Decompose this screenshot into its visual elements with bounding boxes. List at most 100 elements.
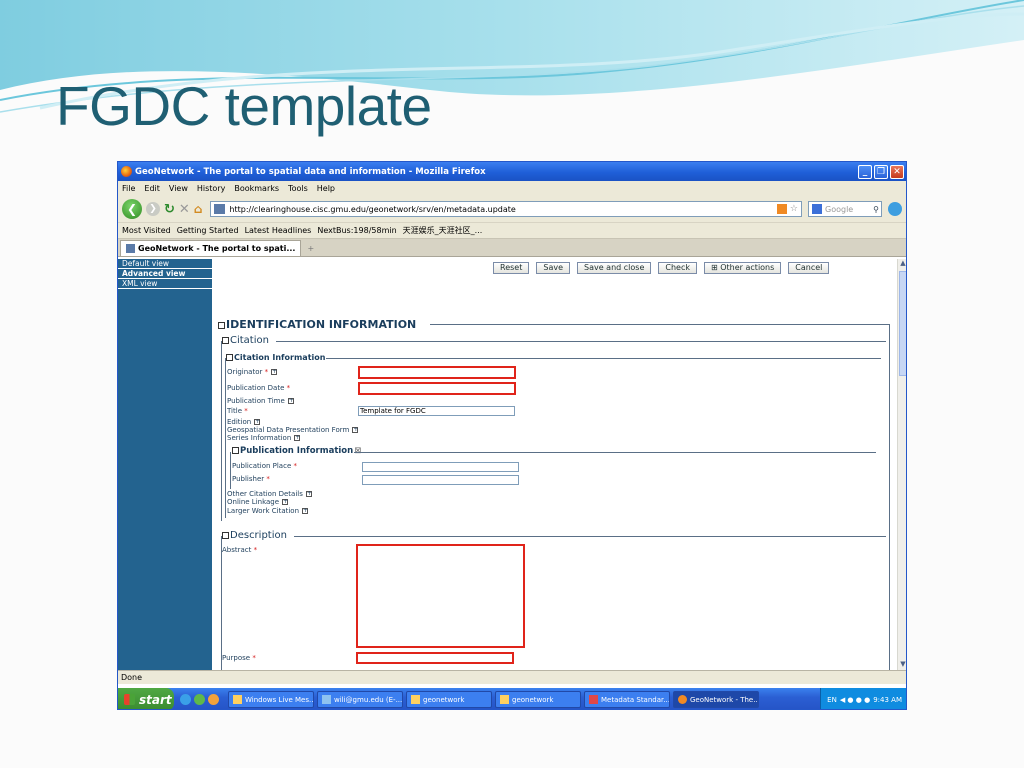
reload-icon[interactable]: ↻ [164, 202, 175, 217]
publication-date-label: Publication Date * [227, 384, 291, 392]
vertical-scrollbar[interactable]: ▲ ▼ [897, 259, 906, 670]
url-bar[interactable]: http://clearinghouse.cisc.gmu.edu/geonet… [210, 201, 802, 217]
collapse-checkbox-icon[interactable] [226, 354, 233, 361]
identification-label: IDENTIFICATION INFORMATION [226, 318, 417, 331]
stop-icon[interactable]: ✕ [179, 202, 190, 217]
minimize-icon[interactable]: _ [858, 164, 872, 179]
citation-section-title: Citation [222, 335, 269, 346]
collapse-checkbox-icon[interactable] [222, 336, 229, 344]
publisher-input[interactable] [362, 475, 519, 485]
publication-place-input[interactable] [362, 462, 519, 472]
sidebar-item-advanced-view[interactable]: Advanced view [118, 269, 212, 279]
save-and-close-button[interactable]: Save and close [577, 262, 652, 274]
expand-plus-icon[interactable]: + [294, 435, 300, 441]
restore-icon[interactable]: ❐ [874, 164, 888, 179]
abstract-textarea[interactable] [356, 544, 525, 648]
scrollbar-thumb[interactable] [899, 271, 906, 376]
email-icon [322, 695, 331, 704]
publication-info-title: Publication Information⊠ [232, 446, 361, 456]
menu-tools[interactable]: Tools [288, 184, 308, 193]
divider [430, 324, 890, 325]
bookmark-nextbus[interactable]: NextBus:198/58min [317, 226, 396, 235]
home-icon[interactable]: ⌂ [194, 202, 203, 216]
expand-plus-icon[interactable]: + [271, 369, 277, 375]
bookmark-latest-headlines[interactable]: Latest Headlines [245, 226, 312, 235]
forward-arrow-icon[interactable]: ❯ [146, 202, 160, 216]
online-linkage-label: Online Linkage + [227, 498, 289, 506]
check-button[interactable]: Check [658, 262, 697, 274]
collapse-checkbox-icon[interactable] [232, 447, 239, 454]
sidebar-item-default-view[interactable]: Default view [118, 259, 212, 269]
title-input[interactable]: Template for FGDC [358, 406, 515, 416]
messenger-icon [233, 695, 242, 704]
skype-icon[interactable] [888, 202, 902, 216]
divider [221, 536, 222, 670]
start-button[interactable]: start [118, 688, 174, 709]
star-bookmark-icon[interactable]: ☆ [790, 204, 798, 214]
expand-plus-icon[interactable]: + [254, 419, 260, 425]
reset-button[interactable]: Reset [493, 262, 530, 274]
quick-launch [180, 694, 222, 705]
sidebar-item-xml-view[interactable]: XML view [118, 279, 212, 289]
menu-help[interactable]: Help [317, 184, 335, 193]
publisher-label: Publisher * [232, 475, 270, 483]
scroll-up-icon[interactable]: ▲ [898, 259, 906, 269]
firefox-quick-icon[interactable] [208, 694, 219, 705]
rss-feed-icon[interactable] [776, 204, 787, 214]
close-icon[interactable]: ✕ [890, 164, 904, 179]
tab-geonetwork[interactable]: GeoNetwork - The portal to spati... [120, 240, 302, 256]
edition-label: Edition + [227, 418, 261, 426]
site-favicon-icon [214, 204, 226, 214]
collapse-checkbox-icon[interactable] [222, 531, 229, 539]
collapse-checkbox-icon[interactable] [218, 321, 225, 329]
menu-edit[interactable]: Edit [144, 184, 160, 193]
menu-view[interactable]: View [169, 184, 188, 193]
cancel-button[interactable]: Cancel [788, 262, 830, 274]
description-section-title: Description [222, 530, 287, 541]
task-metadata-standards[interactable]: Metadata Standar... [584, 691, 670, 708]
divider [225, 358, 226, 518]
metadata-editor-form: Reset Save Save and close Check ⊞ Other … [216, 259, 896, 670]
originator-input[interactable] [358, 366, 516, 379]
new-tab-button[interactable]: + [307, 244, 314, 253]
page-favicon-icon [126, 244, 135, 253]
bookmark-getting-started[interactable]: Getting Started [177, 226, 239, 235]
task-geonetwork-firefox[interactable]: GeoNetwork - The... [673, 691, 759, 708]
search-icon[interactable]: ⚲ [873, 205, 879, 214]
citation-info-label: Citation Information [234, 353, 326, 362]
back-arrow-icon[interactable]: ❮ [122, 199, 142, 219]
task-geonetwork-folder-1[interactable]: geonetwork [406, 691, 492, 708]
task-geonetwork-folder-2[interactable]: geonetwork [495, 691, 581, 708]
publication-date-input[interactable] [358, 382, 516, 395]
page-content: Default view Advanced view XML view Rese… [118, 259, 906, 670]
search-box[interactable]: Google ⚲ [808, 201, 882, 217]
bookmark-tianya[interactable]: 天涯娱乐_天涯社区_... [403, 225, 483, 236]
scroll-down-icon[interactable]: ▼ [898, 660, 906, 670]
expand-plus-icon[interactable]: + [305, 491, 312, 497]
expand-plus-icon[interactable]: + [302, 508, 308, 514]
menu-bookmarks[interactable]: Bookmarks [234, 184, 279, 193]
task-email[interactable]: wili@gmu.edu (E-... [317, 691, 403, 708]
google-engine-icon[interactable] [812, 204, 822, 214]
divider [276, 341, 886, 342]
status-bar: Done [118, 670, 906, 684]
task-windows-live[interactable]: Windows Live Mes... [228, 691, 314, 708]
language-indicator[interactable]: EN [827, 696, 837, 704]
geospatial-form-label: Geospatial Data Presentation Form + [227, 426, 359, 434]
remove-section-icon[interactable]: ⊠ [354, 446, 361, 456]
divider [326, 358, 881, 359]
menu-file[interactable]: File [122, 184, 135, 193]
divider [889, 324, 890, 670]
expand-plus-icon[interactable]: + [287, 398, 294, 404]
other-actions-button[interactable]: ⊞ Other actions [704, 262, 782, 274]
messenger-icon[interactable] [194, 694, 205, 705]
save-button[interactable]: Save [536, 262, 570, 274]
expand-plus-icon[interactable]: + [352, 427, 358, 433]
ie-icon[interactable] [180, 694, 191, 705]
menu-history[interactable]: History [197, 184, 225, 193]
purpose-input[interactable] [356, 652, 514, 664]
expand-plus-icon[interactable]: + [282, 499, 288, 505]
tray-icons[interactable]: ◀ ● ● ● [840, 696, 870, 704]
publication-info-label: Publication Information [240, 446, 354, 456]
bookmark-most-visited[interactable]: Most Visited [122, 226, 171, 235]
